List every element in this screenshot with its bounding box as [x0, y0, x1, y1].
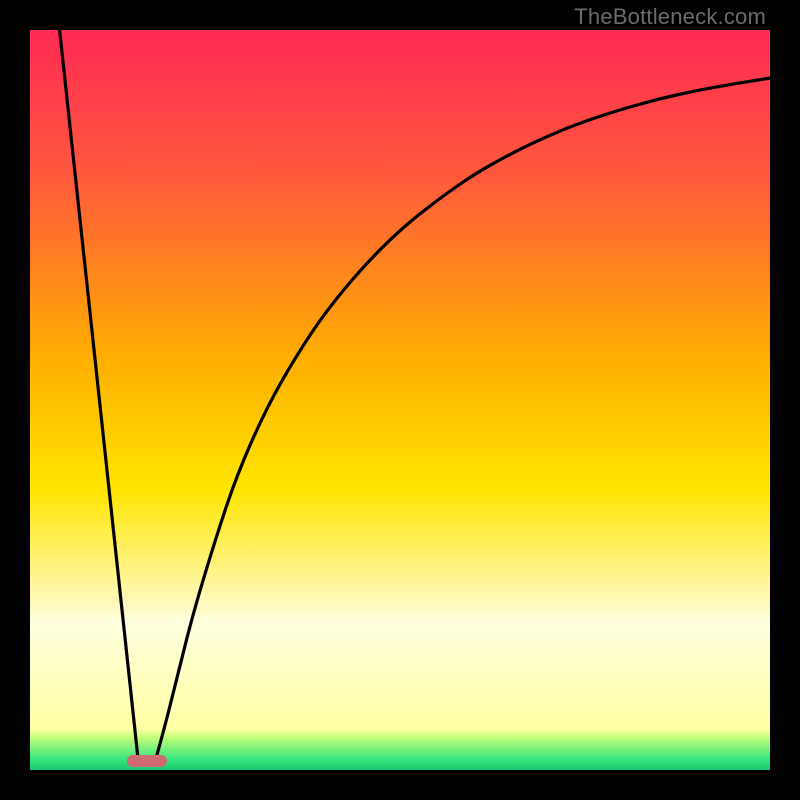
chart-curves: [30, 30, 770, 770]
left-v-line: [60, 30, 138, 759]
chart-frame: TheBottleneck.com: [0, 0, 800, 800]
watermark-text: TheBottleneck.com: [574, 4, 766, 30]
optimal-marker: [127, 755, 167, 767]
plot-area: [30, 30, 770, 770]
right-curve: [156, 78, 770, 759]
